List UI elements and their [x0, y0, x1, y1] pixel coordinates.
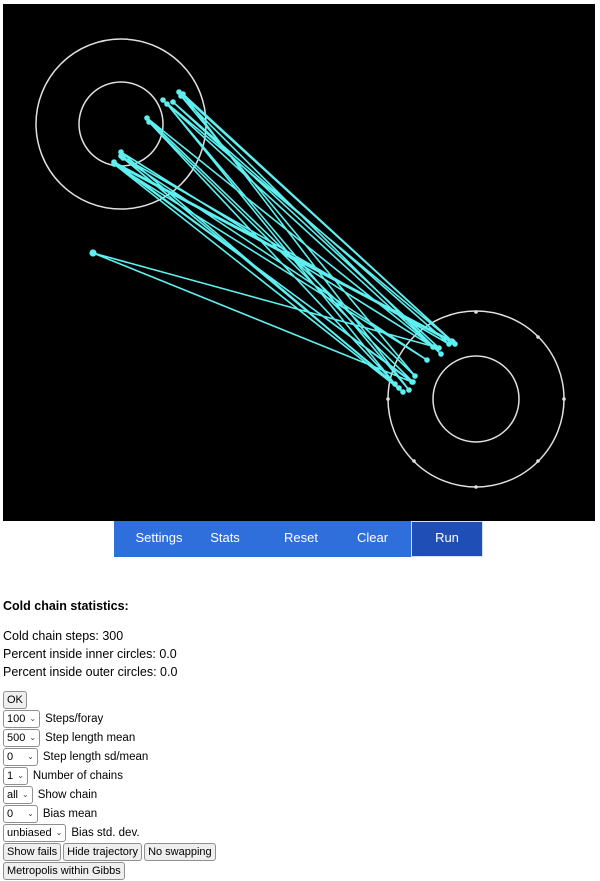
chevron-down-icon: ⌄	[27, 752, 34, 761]
trajectory-point	[160, 97, 166, 103]
step-length-mean-select[interactable]: 500 ⌄	[3, 728, 41, 747]
reset-button[interactable]: Reset	[246, 521, 356, 557]
step-length-sd-value: 0	[7, 750, 14, 763]
stats-line-inner: Percent inside inner circles: 0.0	[3, 647, 177, 661]
trajectory-point	[400, 389, 406, 395]
stats-button[interactable]: Stats	[204, 521, 246, 557]
steps-foray-select[interactable]: 100 ⌄	[3, 709, 41, 728]
run-button[interactable]: Run	[411, 521, 483, 557]
trajectory-start-point	[89, 249, 97, 257]
circle-marker	[536, 335, 540, 339]
trajectory-point	[170, 99, 176, 105]
trajectory-point	[396, 385, 402, 391]
show-chain-label: Show chain	[37, 788, 98, 801]
settings-button[interactable]: Settings	[114, 521, 204, 557]
trajectory-point	[430, 344, 436, 350]
trajectory-point	[410, 379, 416, 385]
chevron-down-icon: ⌄	[29, 714, 37, 723]
hide-trajectory-button[interactable]: Hide trajectory	[63, 842, 143, 861]
trajectory-point	[112, 161, 118, 167]
trajectory-point	[392, 381, 398, 387]
simulation-svg	[35, 38, 566, 489]
show-fails-button[interactable]: Show fails	[3, 842, 62, 861]
bias-mean-label: Bias mean	[42, 807, 98, 820]
trajectory-point	[446, 341, 452, 347]
trajectory-point	[180, 91, 186, 97]
num-chains-value: 1	[7, 769, 14, 782]
ok-button[interactable]: OK	[3, 690, 27, 709]
circle-marker	[562, 397, 566, 401]
steps-foray-value: 100	[7, 712, 26, 725]
circle-marker	[536, 459, 540, 463]
bias-sd-select[interactable]: unbiased ⌄	[3, 823, 67, 842]
chevron-down-icon: ⌄	[27, 809, 34, 818]
simulation-canvas[interactable]	[3, 4, 595, 521]
circle-marker	[474, 310, 478, 314]
trajectory-point	[164, 101, 170, 107]
step-length-mean-value: 500	[7, 731, 26, 744]
chevron-down-icon: ⌄	[55, 828, 63, 837]
trajectory-point	[452, 341, 458, 347]
stats-heading: Cold chain statistics:	[3, 599, 129, 613]
stats-panel: Cold chain statistics: Cold chain steps:…	[3, 597, 177, 681]
show-chain-value: all	[7, 788, 19, 801]
trajectory-point	[406, 387, 412, 393]
step-length-mean-label: Step length mean	[45, 731, 136, 744]
stats-line-steps: Cold chain steps: 300	[3, 629, 124, 643]
trajectory-point	[146, 119, 152, 125]
controls-panel: OK 100 ⌄ Steps/foray 500 ⌄ Step length mea…	[3, 690, 218, 880]
outer-circle-top-left	[35, 38, 207, 210]
trajectory-path	[92, 91, 456, 393]
chevron-down-icon: ⌄	[22, 790, 29, 799]
chevron-down-icon: ⌄	[17, 771, 24, 780]
show-chain-select[interactable]: all ⌄	[3, 785, 33, 804]
trajectory-point	[436, 345, 442, 351]
no-swapping-button[interactable]: No swapping	[144, 842, 216, 861]
bias-sd-label: Bias std. dev.	[71, 826, 140, 839]
steps-foray-label: Steps/foray	[45, 712, 104, 725]
step-length-sd-label: Step length sd/mean	[42, 750, 149, 763]
trajectory-point	[118, 153, 124, 159]
circle-marker	[412, 459, 416, 463]
num-chains-label: Number of chains	[32, 769, 123, 782]
bias-sd-value: unbiased	[7, 826, 52, 839]
circle-marker	[474, 485, 478, 489]
bias-mean-value: 0	[7, 807, 14, 820]
metropolis-within-gibbs-button[interactable]: Metropolis within Gibbs	[3, 861, 125, 880]
circle-marker	[386, 397, 390, 401]
trajectory-point	[412, 373, 418, 379]
bias-mean-select[interactable]: 0 ⌄	[3, 804, 38, 823]
step-length-sd-select[interactable]: 0 ⌄	[3, 747, 38, 766]
inner-circle-bottom-right	[432, 355, 520, 443]
toolbar: Settings Stats Reset Clear Run	[114, 521, 483, 557]
chevron-down-icon: ⌄	[29, 733, 37, 742]
trajectory-point	[424, 357, 430, 363]
stats-line-outer: Percent inside outer circles: 0.0	[3, 665, 178, 679]
num-chains-select[interactable]: 1 ⌄	[3, 766, 28, 785]
trajectory-point	[438, 351, 444, 357]
clear-button[interactable]: Clear	[356, 521, 389, 557]
